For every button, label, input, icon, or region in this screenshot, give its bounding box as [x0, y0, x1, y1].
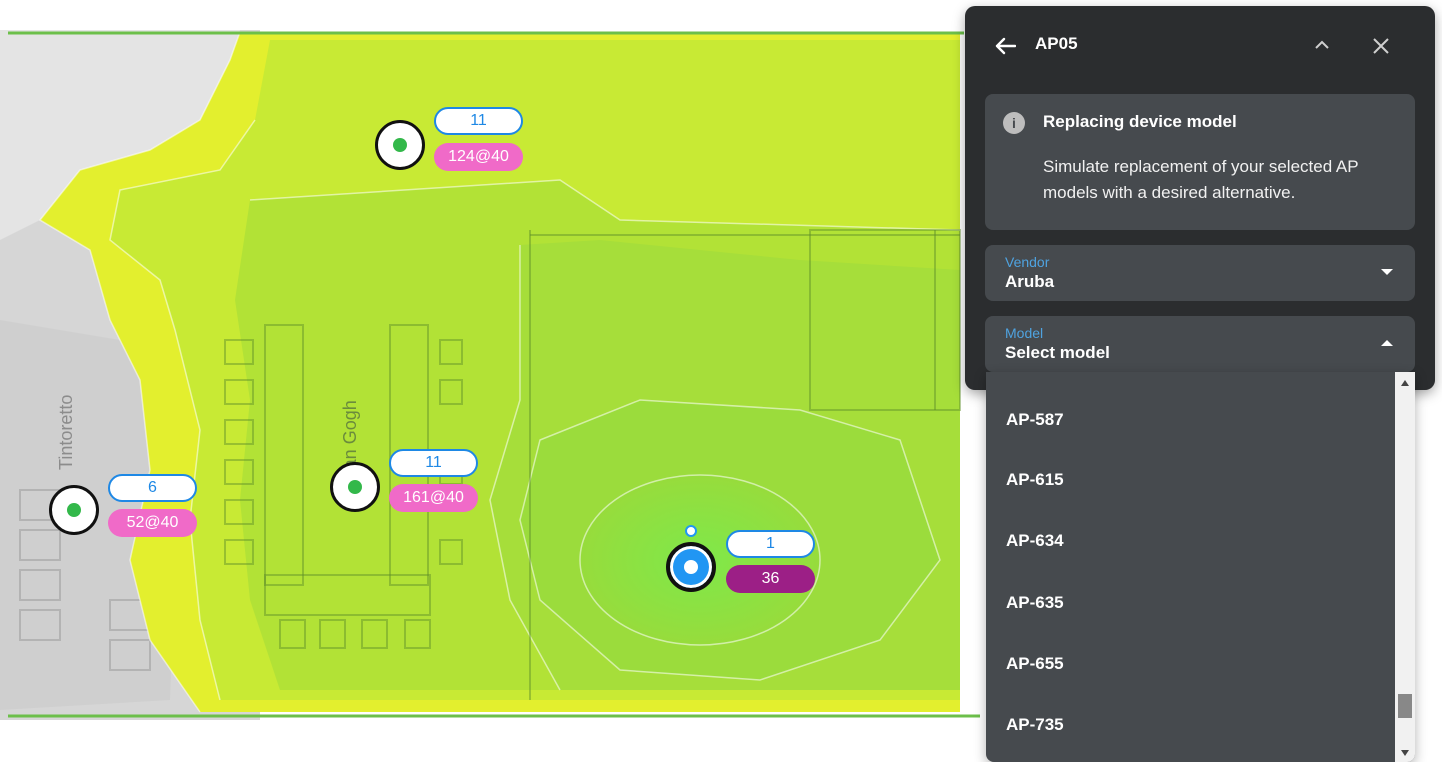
model-value: Select model — [1005, 343, 1110, 362]
access-point-marker[interactable] — [49, 485, 99, 535]
back-button[interactable] — [991, 32, 1019, 60]
ap-details-panel: AP05 i Replacing device model Simulate r… — [965, 6, 1435, 390]
info-icon: i — [1003, 112, 1025, 134]
chevron-up-icon — [1315, 40, 1329, 49]
model-option[interactable]: AP-587 — [1006, 410, 1064, 430]
model-option[interactable]: AP-735 — [1006, 715, 1064, 735]
access-point-marker[interactable] — [330, 462, 380, 512]
info-card-title: Replacing device model — [1043, 112, 1237, 131]
collapse-button[interactable] — [1309, 32, 1335, 58]
ap-channel-badge: 11 — [434, 107, 523, 135]
panel-title: AP05 — [1035, 34, 1078, 53]
model-option[interactable]: AP-635 — [1006, 593, 1064, 613]
dropdown-scrollbar[interactable] — [1395, 372, 1415, 762]
access-point-marker[interactable] — [375, 120, 425, 170]
ap-channel-badge: 1 — [726, 530, 815, 558]
caret-up-icon — [1381, 340, 1393, 346]
model-option[interactable]: AP-615 — [1006, 470, 1064, 490]
vendor-label: Vendor — [1005, 254, 1050, 270]
scroll-up-icon[interactable] — [1401, 380, 1409, 386]
info-card: i Replacing device model Simulate replac… — [985, 94, 1415, 230]
ap-clients-badge: 161@40 — [389, 484, 478, 512]
model-options-list[interactable]: AP-587 AP-615 AP-634 AP-635 AP-655 AP-73… — [986, 372, 1415, 762]
scrollbar-thumb[interactable] — [1398, 694, 1412, 718]
vendor-value: Aruba — [1005, 272, 1055, 291]
ap-status-dot — [393, 138, 407, 152]
caret-down-icon — [1381, 269, 1393, 275]
ap-status-dot — [684, 560, 698, 574]
ap-channel-badge: 6 — [108, 474, 197, 502]
model-label: Model — [1005, 325, 1044, 341]
ap-clients-badge: 124@40 — [434, 143, 523, 171]
scroll-down-icon[interactable] — [1401, 750, 1409, 756]
model-option[interactable]: AP-634 — [1006, 531, 1064, 551]
vendor-select[interactable]: Vendor Aruba — [985, 245, 1415, 301]
ap-clients-badge: 52@40 — [108, 509, 197, 537]
ap-channel-badge: 11 — [389, 449, 478, 477]
ap-status-dot — [67, 503, 81, 517]
ap-status-dot — [348, 480, 362, 494]
model-option[interactable]: AP-655 — [1006, 654, 1064, 674]
back-arrow-icon — [995, 37, 1016, 55]
model-select[interactable]: Model Select model — [985, 316, 1415, 372]
close-button[interactable] — [1367, 32, 1395, 60]
close-icon — [1373, 38, 1389, 54]
selected-access-point-marker[interactable] — [666, 542, 716, 592]
info-card-body: Simulate replacement of your selected AP… — [1043, 157, 1359, 202]
ap-clients-badge: 36 — [726, 565, 815, 593]
room-label-tintoretto: Tintoretto — [56, 395, 76, 470]
